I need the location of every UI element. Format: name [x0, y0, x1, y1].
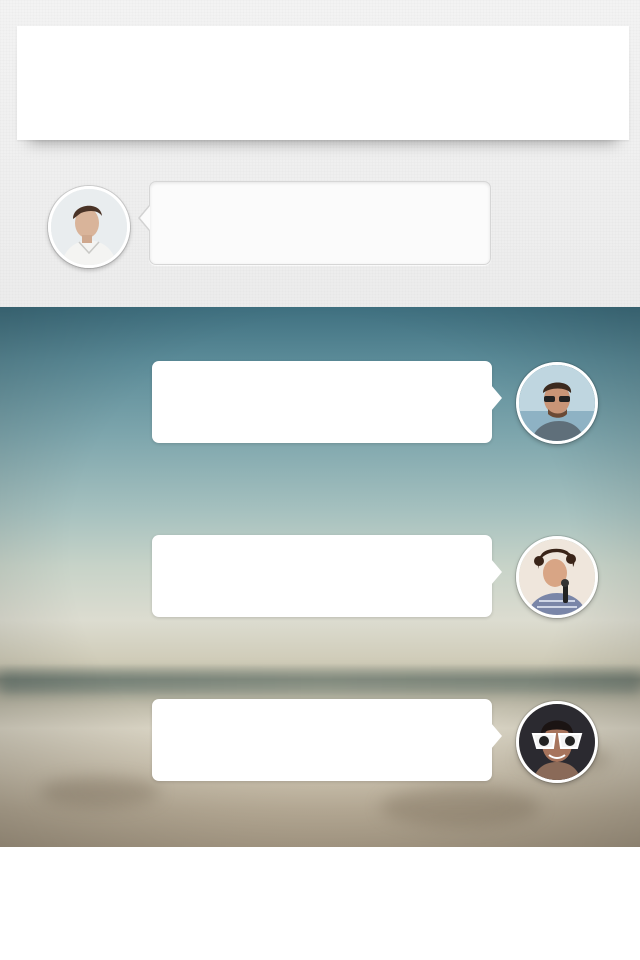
avatar[interactable]: [48, 186, 130, 268]
user-avatar-1-icon: [51, 189, 127, 265]
user-avatar-4-icon: [519, 704, 595, 780]
light-background-section: [0, 0, 640, 307]
avatar[interactable]: [516, 536, 598, 618]
avatar[interactable]: [516, 362, 598, 444]
message-bubble: [138, 181, 491, 265]
avatar[interactable]: [516, 701, 598, 783]
user-avatar-3-icon: [519, 539, 595, 615]
message-bubble: [152, 535, 502, 617]
user-avatar-2-icon: [519, 365, 595, 441]
header-card: [17, 26, 629, 140]
message-bubble: [152, 361, 502, 443]
bottom-blank-area: [0, 847, 640, 960]
message-bubble: [152, 699, 502, 781]
